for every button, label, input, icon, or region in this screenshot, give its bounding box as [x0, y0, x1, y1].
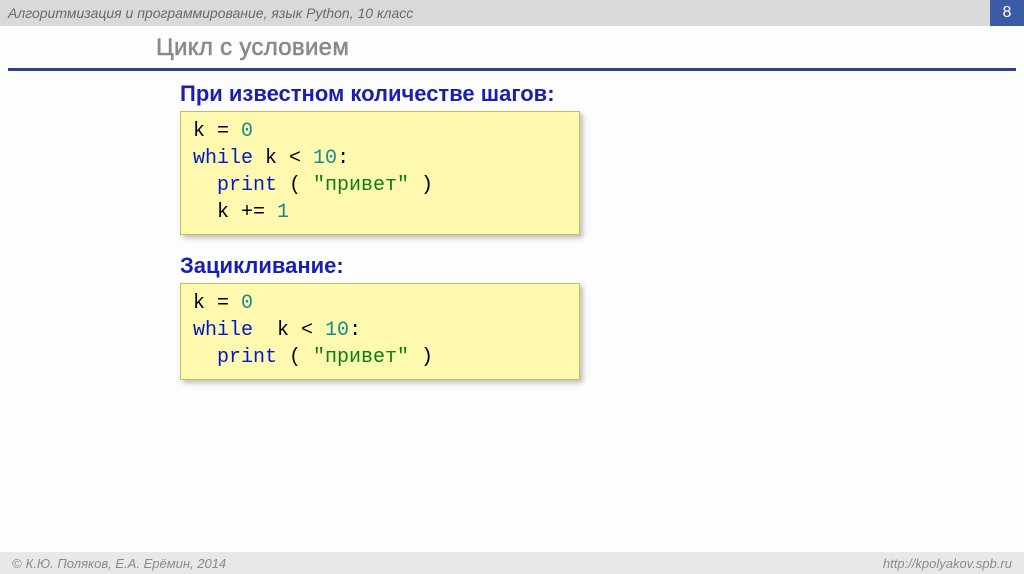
footer-url: http://kpolyakov.spb.ru — [883, 556, 1012, 571]
code-block-2: k = 0 while k < 10: print ( "привет" ) — [180, 283, 580, 380]
code-line: print ( "привет" ) — [193, 172, 567, 199]
content-area: При известном количестве шагов: k = 0 wh… — [180, 81, 1024, 380]
slide-title: Цикл с условием — [156, 34, 1024, 62]
code-line: k = 0 — [193, 290, 567, 317]
slide-number: 8 — [990, 0, 1024, 26]
code-line: k += 1 — [193, 199, 567, 226]
code-line: while k < 10: — [193, 317, 567, 344]
section2-title: Зацикливание: — [180, 253, 1024, 279]
title-underline — [8, 68, 1016, 71]
header-title: Алгоритмизация и программирование, язык … — [8, 5, 413, 21]
footer-bar: © К.Ю. Поляков, Е.А. Ерёмин, 2014 http:/… — [0, 552, 1024, 574]
header-bar: Алгоритмизация и программирование, язык … — [0, 0, 1024, 26]
copyright-icon: © — [12, 556, 22, 571]
section1-title: При известном количестве шагов: — [180, 81, 1024, 107]
code-line: print ( "привет" ) — [193, 344, 567, 371]
code-line: k = 0 — [193, 118, 567, 145]
title-row: Цикл с условием — [156, 34, 1024, 62]
code-line: while k < 10: — [193, 145, 567, 172]
code-block-1: k = 0 while k < 10: print ( "привет" ) k… — [180, 111, 580, 235]
footer-copyright: © К.Ю. Поляков, Е.А. Ерёмин, 2014 — [12, 556, 226, 571]
